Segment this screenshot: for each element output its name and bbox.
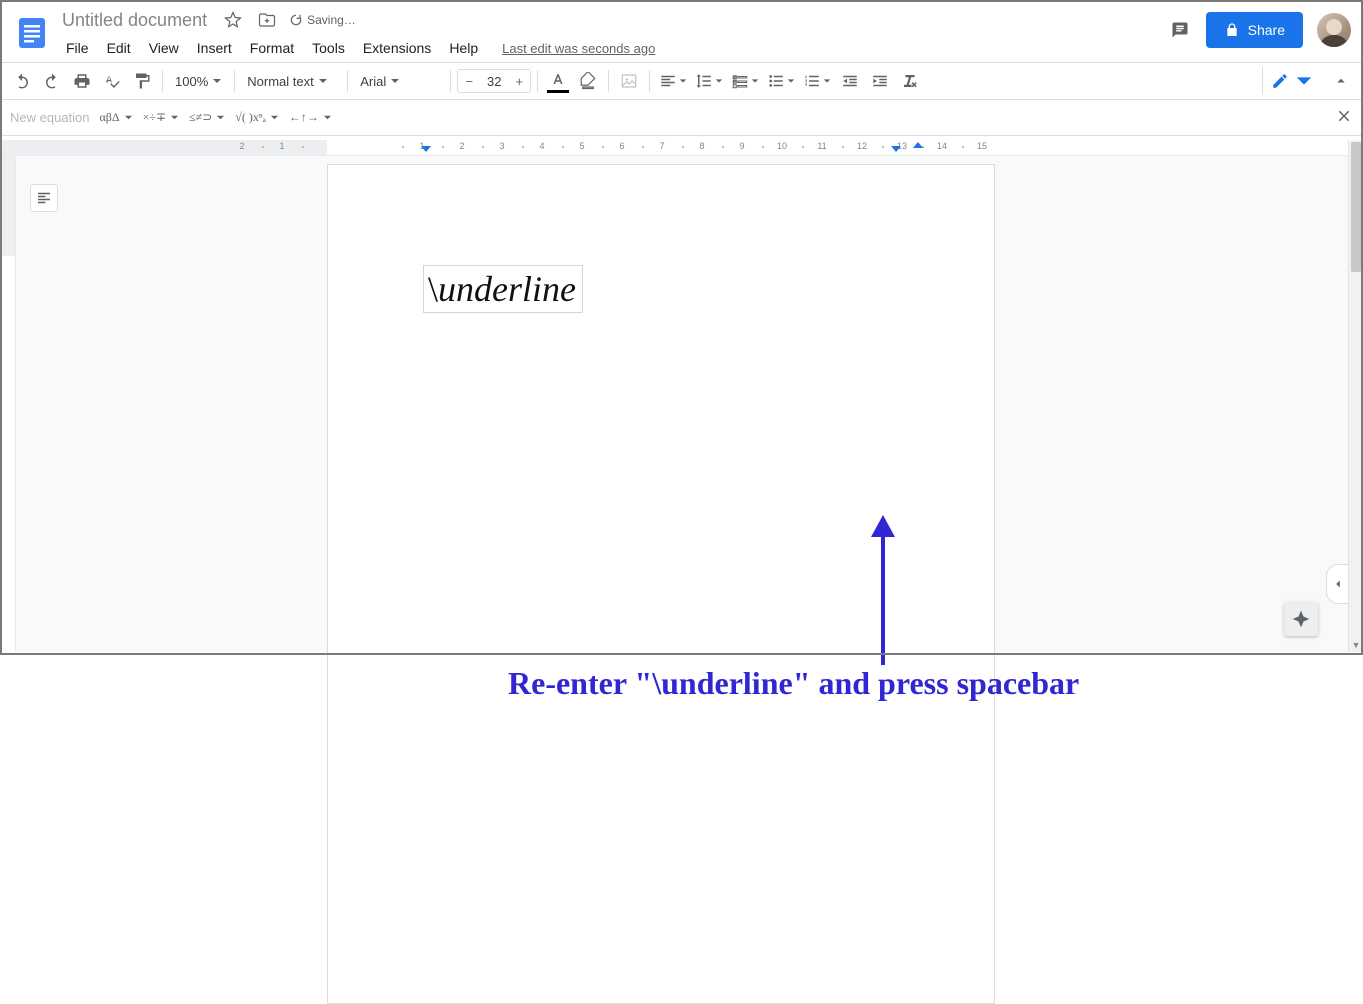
clear-formatting-button[interactable] <box>896 67 924 95</box>
lock-icon <box>1224 22 1240 38</box>
font-dropdown[interactable]: Arial <box>354 67 444 95</box>
line-spacing-dropdown[interactable] <box>692 67 726 95</box>
vertical-scrollbar[interactable]: ▲ ▼ <box>1348 140 1363 652</box>
comment-history-icon[interactable] <box>1168 18 1192 42</box>
eq-relations-dropdown[interactable]: ≤≠⊃ <box>189 110 225 125</box>
document-title[interactable]: Untitled document <box>58 8 211 33</box>
menu-file[interactable]: File <box>58 36 97 60</box>
chevron-down-icon <box>1295 72 1313 90</box>
print-button[interactable] <box>68 67 96 95</box>
right-indent-marker[interactable] <box>913 142 923 148</box>
outline-toggle-button[interactable] <box>30 184 58 212</box>
share-label: Share <box>1248 22 1285 38</box>
side-panel-toggle[interactable] <box>1326 564 1348 604</box>
font-size-decrease[interactable]: − <box>458 70 480 92</box>
menu-edit[interactable]: Edit <box>99 36 139 60</box>
zoom-dropdown[interactable]: 100% <box>169 67 228 95</box>
menu-help[interactable]: Help <box>441 36 486 60</box>
spellcheck-button[interactable] <box>98 67 126 95</box>
account-avatar[interactable] <box>1317 13 1351 47</box>
star-icon[interactable] <box>221 8 245 32</box>
eq-operations-dropdown[interactable]: ×÷∓ <box>143 110 179 125</box>
menu-format[interactable]: Format <box>242 36 302 60</box>
bullet-list-dropdown[interactable] <box>764 67 798 95</box>
move-icon[interactable] <box>255 8 279 32</box>
insert-image-button[interactable] <box>615 67 643 95</box>
docs-home-icon[interactable] <box>12 6 52 60</box>
font-size-increase[interactable]: + <box>508 70 530 92</box>
explore-button[interactable] <box>1284 602 1318 636</box>
share-button[interactable]: Share <box>1206 12 1303 48</box>
equation-toolbar: New equation αβΔ ×÷∓ ≤≠⊃ √( )xⁿₐ ←↑→ <box>0 100 1363 136</box>
document-page[interactable]: \underline Re-enter "\underline" and pre… <box>327 164 995 1004</box>
document-area: 21123456789101112131415 \underline Re-en… <box>0 140 1348 652</box>
eq-math-dropdown[interactable]: √( )xⁿₐ <box>235 110 279 125</box>
left-indent-marker[interactable] <box>421 146 431 152</box>
eq-arrows-dropdown[interactable]: ←↑→ <box>289 110 332 125</box>
vertical-ruler[interactable] <box>0 156 16 652</box>
annotation-text: Re-enter "\underline" and press spacebar <box>508 665 1079 702</box>
indent-decrease-button[interactable] <box>836 67 864 95</box>
scroll-thumb[interactable] <box>1351 142 1361 272</box>
equation-field[interactable]: \underline <box>423 265 583 313</box>
menu-extensions[interactable]: Extensions <box>355 36 439 60</box>
collapse-toolbar-button[interactable] <box>1327 67 1355 95</box>
menu-view[interactable]: View <box>141 36 187 60</box>
paint-format-button[interactable] <box>128 67 156 95</box>
text-color-button[interactable] <box>544 67 572 95</box>
undo-button[interactable] <box>8 67 36 95</box>
indent-increase-button[interactable] <box>866 67 894 95</box>
close-equation-bar-button[interactable] <box>1335 107 1353 128</box>
saving-status: Saving… <box>289 13 356 27</box>
menu-bar: File Edit View Insert Format Tools Exten… <box>58 36 1168 60</box>
right-margin-marker[interactable] <box>891 146 901 152</box>
align-dropdown[interactable] <box>656 67 690 95</box>
last-edit-link[interactable]: Last edit was seconds ago <box>502 41 655 56</box>
pencil-icon <box>1271 72 1289 90</box>
scroll-down-arrow[interactable]: ▼ <box>1349 637 1363 652</box>
eq-greek-dropdown[interactable]: αβΔ <box>100 110 133 125</box>
menu-tools[interactable]: Tools <box>304 36 353 60</box>
numbered-list-dropdown[interactable] <box>800 67 834 95</box>
editing-mode-dropdown[interactable] <box>1262 67 1321 95</box>
annotation-arrow <box>868 515 898 665</box>
redo-button[interactable] <box>38 67 66 95</box>
highlight-color-button[interactable] <box>574 67 602 95</box>
font-size-control: − + <box>457 69 531 93</box>
checklist-dropdown[interactable] <box>728 67 762 95</box>
main-toolbar: 100% Normal text Arial − + <box>0 62 1363 100</box>
new-equation-button[interactable]: New equation <box>10 110 90 125</box>
horizontal-ruler[interactable]: 21123456789101112131415 <box>0 140 1348 156</box>
font-size-input[interactable] <box>480 74 508 89</box>
menu-insert[interactable]: Insert <box>189 36 240 60</box>
paragraph-style-dropdown[interactable]: Normal text <box>241 67 341 95</box>
